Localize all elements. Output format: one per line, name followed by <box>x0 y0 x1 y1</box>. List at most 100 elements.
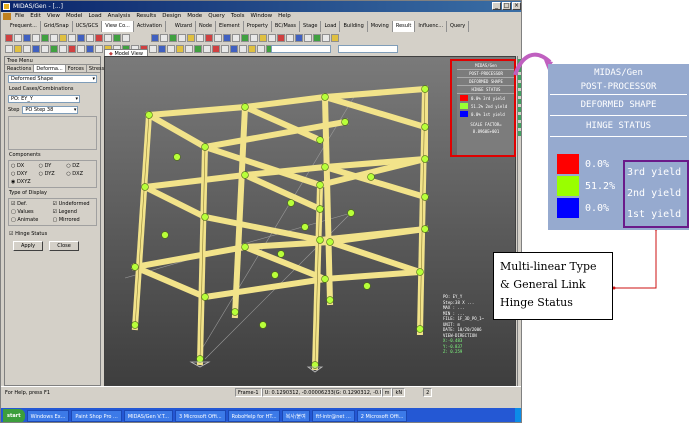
tool-icon[interactable] <box>239 44 247 53</box>
values-checkbox[interactable]: Values <box>11 208 53 216</box>
tool-icon[interactable] <box>149 44 157 53</box>
menu-view[interactable]: View <box>47 12 60 21</box>
tool-icon[interactable] <box>113 33 121 42</box>
tab-load[interactable]: Load <box>321 21 341 32</box>
tool-icon[interactable] <box>32 33 40 42</box>
menu-results[interactable]: Results <box>136 12 156 21</box>
menu-analysis[interactable]: Analysis <box>108 12 131 21</box>
component-dxz[interactable]: DXZ <box>66 170 94 178</box>
tool-icon[interactable] <box>322 33 330 42</box>
maximize-button[interactable]: □ <box>502 2 511 10</box>
tool-icon[interactable] <box>95 44 103 53</box>
taskbar-item[interactable]: Paint Shop Pro ... <box>71 410 122 422</box>
status-unit[interactable]: m <box>381 388 393 397</box>
tool-icon[interactable] <box>212 44 220 53</box>
tool-icon[interactable] <box>23 44 31 53</box>
component-dx[interactable]: DX <box>11 162 39 170</box>
tool-icon[interactable] <box>167 44 175 53</box>
tool-icon[interactable] <box>241 33 249 42</box>
tool-icon[interactable] <box>518 123 521 128</box>
tool-icon[interactable] <box>205 33 213 42</box>
tab-bc-mass[interactable]: BC/Mass <box>272 21 301 32</box>
menu-design[interactable]: Design <box>162 12 181 21</box>
tool-icon[interactable] <box>518 91 521 96</box>
tool-icon[interactable] <box>41 33 49 42</box>
menu-mode[interactable]: Mode <box>187 12 202 21</box>
tab-influence[interactable]: Influenc... <box>415 21 448 32</box>
tool-icon[interactable] <box>518 131 521 136</box>
component-dxy[interactable]: DXY <box>11 170 39 178</box>
mirrored-checkbox[interactable]: Mirrored <box>53 216 95 224</box>
tool-icon[interactable] <box>518 75 521 80</box>
close-panel-button[interactable]: Close <box>49 241 79 251</box>
menu-edit[interactable]: Edit <box>30 12 41 21</box>
menu-file[interactable]: File <box>15 12 24 21</box>
toolbar-combo[interactable] <box>338 44 398 53</box>
status-force-unit[interactable]: kN <box>392 388 406 397</box>
tool-icon[interactable] <box>59 33 67 42</box>
tool-icon[interactable] <box>518 107 521 112</box>
tool-icon[interactable] <box>77 44 85 53</box>
tool-icon[interactable] <box>194 44 202 53</box>
hinge-status-checkbox[interactable]: Hinge Status <box>5 230 100 238</box>
component-dxyz[interactable]: DXYZ <box>11 178 94 186</box>
tool-icon[interactable] <box>331 33 339 42</box>
toolbar-combo[interactable] <box>271 44 331 53</box>
tool-icon[interactable] <box>50 33 58 42</box>
tool-icon[interactable] <box>32 44 40 53</box>
result-type-select[interactable]: Deformed Shape <box>8 75 97 83</box>
tool-icon[interactable] <box>230 44 238 53</box>
tool-icon[interactable] <box>158 44 166 53</box>
tool-icon[interactable] <box>50 44 58 53</box>
tab-view-control[interactable]: View Co... <box>102 21 134 32</box>
tool-icon[interactable] <box>295 33 303 42</box>
close-button[interactable]: × <box>512 2 521 10</box>
tool-icon[interactable] <box>257 44 265 53</box>
tool-icon[interactable] <box>250 33 258 42</box>
tool-icon[interactable] <box>187 33 195 42</box>
tool-icon[interactable] <box>104 33 112 42</box>
tool-icon[interactable] <box>41 44 49 53</box>
tool-icon[interactable] <box>518 99 521 104</box>
tool-icon[interactable] <box>277 33 285 42</box>
taskbar-item[interactable]: 2 Microsoft Offi... <box>356 410 408 422</box>
tool-icon[interactable] <box>178 33 186 42</box>
tool-icon[interactable] <box>518 59 521 64</box>
tool-icon[interactable] <box>232 33 240 42</box>
tool-icon[interactable] <box>185 44 193 53</box>
start-button[interactable]: start <box>3 409 25 422</box>
tab-frequent[interactable]: Frequent... <box>7 21 41 32</box>
tab-ucs-gcs[interactable]: UCS/GCS <box>73 21 103 32</box>
taskbar-item[interactable]: RoboHelp for HT... <box>227 410 280 422</box>
tool-icon[interactable] <box>169 33 177 42</box>
taskbar-item[interactable]: ftf-intr@net ... <box>311 410 355 422</box>
tool-icon[interactable] <box>95 33 103 42</box>
menu-model[interactable]: Model <box>66 12 83 21</box>
undeformed-checkbox[interactable]: Undeformed <box>53 200 95 208</box>
tab-deformations[interactable]: Deforma... <box>34 65 66 72</box>
tab-wizard[interactable]: Wizard <box>172 21 196 32</box>
def-checkbox[interactable]: Def. <box>11 200 53 208</box>
tool-icon[interactable] <box>160 33 168 42</box>
animate-checkbox[interactable]: Animate <box>11 216 53 224</box>
tool-icon[interactable] <box>68 33 76 42</box>
tool-icon[interactable] <box>122 33 130 42</box>
tool-icon[interactable] <box>176 44 184 53</box>
tab-result[interactable]: Result <box>392 21 416 32</box>
minimize-button[interactable]: _ <box>492 2 501 10</box>
tool-icon[interactable] <box>248 44 256 53</box>
step-select[interactable]: PO Step 38 <box>22 106 79 114</box>
tab-grid-snap[interactable]: Grid/Snap <box>41 21 73 32</box>
apply-button[interactable]: Apply <box>13 241 43 251</box>
taskbar-item[interactable]: 3 Microsoft Offi... <box>174 410 226 422</box>
taskbar-item[interactable]: MIDAS/Gen V.T... <box>123 410 173 422</box>
tool-icon[interactable] <box>59 44 67 53</box>
taskbar-item[interactable]: 복사/붙여 <box>281 410 310 422</box>
load-case-select[interactable]: PO: EY_Y <box>8 95 80 103</box>
tool-icon[interactable] <box>518 115 521 120</box>
tool-icon[interactable] <box>223 33 231 42</box>
tool-icon[interactable] <box>68 44 76 53</box>
tool-icon[interactable] <box>259 33 267 42</box>
tool-icon[interactable] <box>268 33 276 42</box>
tool-icon[interactable] <box>14 33 22 42</box>
